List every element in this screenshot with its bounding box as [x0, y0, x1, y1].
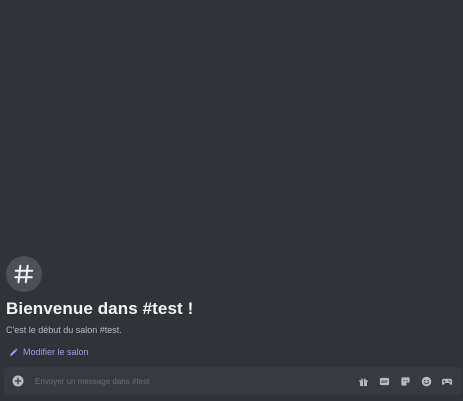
svg-text:GIF: GIF: [381, 380, 388, 384]
message-input[interactable]: [35, 371, 357, 391]
edit-channel-link[interactable]: Modifier le salon: [9, 346, 456, 358]
edit-channel-label: Modifier le salon: [23, 347, 89, 357]
message-composer: GIF: [4, 367, 462, 395]
emoji-button[interactable]: [420, 375, 432, 387]
gift-icon: [358, 377, 368, 386]
channel-welcome: Bienvenue dans #test ! C'est le début du…: [6, 256, 456, 358]
pencil-icon: [10, 347, 18, 356]
gif-icon: GIF: [379, 377, 389, 385]
message-area: Bienvenue dans #test ! C'est le début du…: [0, 0, 463, 364]
plus-circle-icon: [12, 375, 24, 387]
apps-button[interactable]: [441, 375, 453, 387]
gift-button[interactable]: [357, 375, 369, 387]
composer-tools: GIF: [357, 375, 453, 387]
emoji-icon: [421, 376, 431, 386]
sticker-icon: [400, 376, 410, 386]
sticker-button[interactable]: [399, 375, 411, 387]
gif-button[interactable]: GIF: [378, 375, 390, 387]
hash-icon: [14, 264, 34, 284]
channel-hash-icon: [6, 256, 42, 292]
add-attachment-button[interactable]: [11, 374, 25, 388]
welcome-title: Bienvenue dans #test !: [6, 299, 194, 318]
welcome-subtitle: C'est le début du salon #test.: [6, 325, 122, 335]
gamepad-icon: [441, 378, 453, 385]
